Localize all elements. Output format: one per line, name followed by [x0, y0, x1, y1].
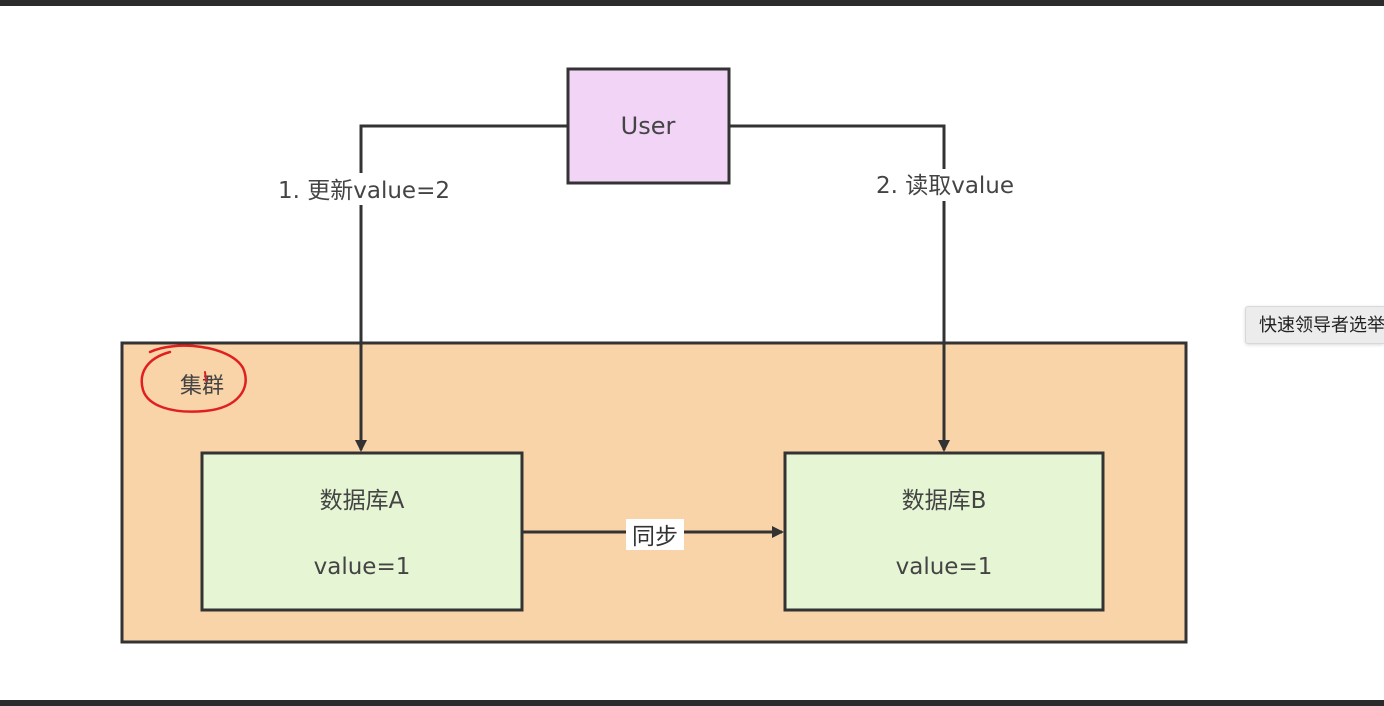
- db-a-title: 数据库A: [320, 488, 405, 514]
- tooltip-text: 快速领导者选举: [1259, 315, 1384, 336]
- cluster-label: 集群: [180, 374, 224, 399]
- edge-update-label: 1. 更新value=2: [278, 178, 450, 204]
- tooltip-fast-leader-election: 快速领导者选举: [1245, 306, 1384, 344]
- annotation-tick: [204, 371, 207, 382]
- db-a-value: value=1: [314, 554, 411, 580]
- db-b-value: value=1: [896, 554, 993, 580]
- db-a-node: [200, 451, 524, 612]
- architecture-diagram: 集群 User 1. 更新value=2 2. 读取value 数据库A val…: [120, 67, 1188, 644]
- sync-label: 同步: [632, 524, 678, 550]
- user-label: User: [621, 112, 676, 140]
- edge-read-label: 2. 读取value: [876, 173, 1014, 199]
- db-b-node: [783, 451, 1105, 612]
- video-frame: 集群 User 1. 更新value=2 2. 读取value 数据库A val…: [0, 6, 1384, 700]
- db-b-title: 数据库B: [902, 488, 987, 514]
